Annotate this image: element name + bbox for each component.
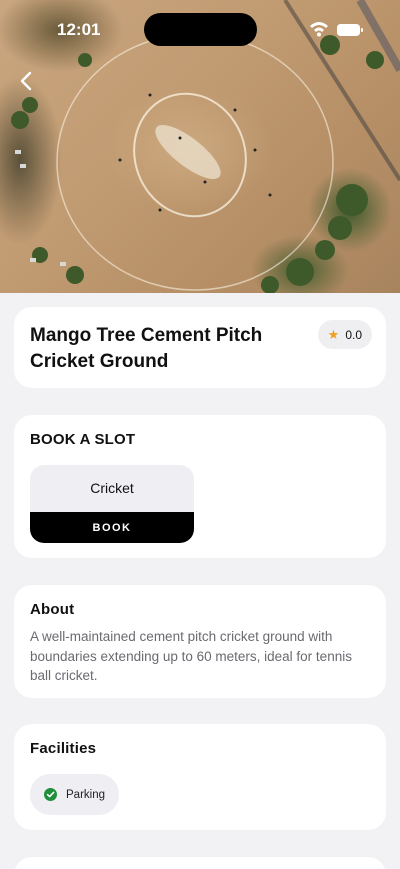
status-icons bbox=[310, 20, 370, 40]
next-section-card bbox=[14, 857, 386, 869]
back-button[interactable] bbox=[16, 70, 38, 92]
facilities-heading: Facilities bbox=[30, 740, 97, 757]
about-text: A well-maintained cement pitch cricket g… bbox=[30, 629, 352, 683]
battery-icon bbox=[337, 24, 363, 36]
slot-card-cricket[interactable]: Cricket BOOK bbox=[30, 465, 194, 543]
rating-value: 0.0 bbox=[345, 327, 362, 342]
ground-name: Mango Tree Cement Pitch Cricket Ground bbox=[30, 325, 263, 372]
slot-sport-label: Cricket bbox=[90, 480, 134, 496]
facility-label: Parking bbox=[66, 788, 105, 801]
status-time: 12:01 bbox=[57, 20, 101, 39]
facilities-card: Facilities Parking bbox=[14, 724, 386, 830]
dynamic-island bbox=[144, 13, 257, 46]
chevron-left-icon bbox=[20, 71, 32, 91]
book-slot-card: BOOK A SLOT Cricket BOOK bbox=[14, 415, 386, 558]
book-slot-heading: BOOK A SLOT bbox=[30, 431, 136, 448]
about-card: About A well-maintained cement pitch cri… bbox=[14, 585, 386, 698]
facility-chip-parking: Parking bbox=[30, 774, 119, 815]
status-bar: 12:01 bbox=[0, 0, 400, 60]
about-heading: About bbox=[30, 601, 75, 618]
wifi-icon bbox=[310, 22, 328, 37]
ground-title-card: Mango Tree Cement Pitch Cricket Ground ★… bbox=[14, 307, 386, 388]
check-circle-icon bbox=[44, 788, 57, 801]
rating-badge: ★ 0.0 bbox=[317, 320, 372, 349]
star-icon: ★ bbox=[327, 326, 340, 342]
book-button[interactable]: BOOK bbox=[30, 512, 194, 543]
